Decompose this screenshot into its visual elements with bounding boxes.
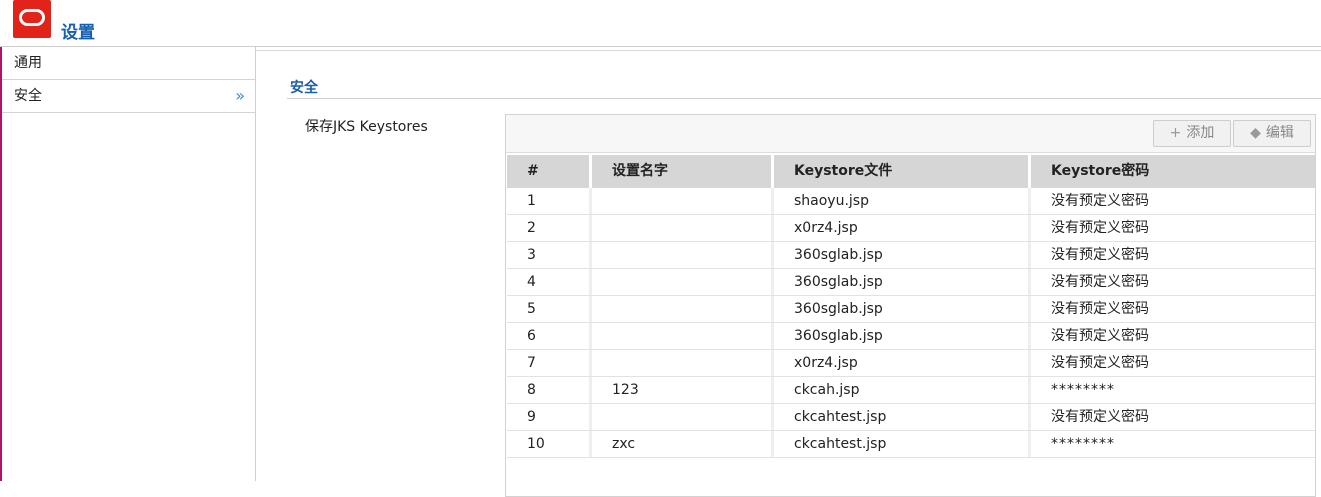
sidebar-item-label: 安全 (14, 88, 42, 104)
cell-keystore-file: 360sglab.jsp (774, 323, 1031, 349)
cell-setting-name (592, 215, 774, 241)
add-button[interactable]: + 添加 (1153, 120, 1231, 147)
cell-keystore-file: x0rz4.jsp (774, 350, 1031, 376)
cell-keystore-password: 没有预定义密码 (1051, 409, 1149, 425)
cell-index: 4 (507, 269, 592, 295)
cell-keystore-password: 没有预定义密码 (1051, 355, 1149, 371)
edit-button-label: 编辑 (1265, 125, 1294, 141)
cell-setting-name: 123 (592, 377, 774, 403)
cell-keystore-password: 没有预定义密码 (1051, 274, 1149, 290)
table-row[interactable]: 6 360sglab.jsp 没有预定义密码 (507, 323, 1315, 350)
add-button-label: 添加 (1186, 125, 1215, 141)
cell-keystore-password: ******** (1051, 436, 1115, 452)
cell-keystore-file: shaoyu.jsp (774, 188, 1031, 214)
cell-keystore-file: 360sglab.jsp (774, 269, 1031, 295)
cell-keystore-password: 没有预定义密码 (1051, 301, 1149, 317)
cell-keystore-file: ckcahtest.jsp (774, 404, 1031, 430)
column-header-index[interactable]: # (507, 155, 592, 188)
cell-keystore-password: 没有预定义密码 (1051, 247, 1149, 263)
column-header-setting-name[interactable]: 设置名字 (592, 155, 774, 188)
cell-index: 9 (507, 404, 592, 430)
cell-setting-name: zxc (592, 431, 774, 457)
table-row[interactable]: 5 360sglab.jsp 没有预定义密码 (507, 296, 1315, 323)
plus-icon: + (1169, 125, 1182, 141)
cell-setting-name (592, 323, 774, 349)
cell-keystore-file: ckcah.jsp (774, 377, 1031, 403)
table-row[interactable]: 3 360sglab.jsp 没有预定义密码 (507, 242, 1315, 269)
table-header-row: # 设置名字 Keystore文件 Keystore密码 (507, 155, 1315, 188)
section-title: 安全 (290, 80, 318, 96)
cell-index: 5 (507, 296, 592, 322)
cell-keystore-file: x0rz4.jsp (774, 215, 1031, 241)
cell-setting-name (592, 188, 774, 214)
table-row[interactable]: 4 360sglab.jsp 没有预定义密码 (507, 269, 1315, 296)
table-row[interactable]: 10 zxc ckcahtest.jsp ******** (507, 431, 1315, 458)
cell-keystore-password: 没有预定义密码 (1051, 328, 1149, 344)
table-row[interactable]: 9 ckcahtest.jsp 没有预定义密码 (507, 404, 1315, 431)
cell-keystore-file: ckcahtest.jsp (774, 431, 1031, 457)
sidebar-item-security[interactable]: 安全 » (2, 80, 255, 113)
cell-setting-name (592, 350, 774, 376)
edit-button[interactable]: ◆ 编辑 (1233, 120, 1311, 147)
cell-index: 1 (507, 188, 592, 214)
cell-index: 6 (507, 323, 592, 349)
cell-setting-name (592, 242, 774, 268)
double-chevron-right-icon: » (235, 86, 245, 105)
cell-index: 8 (507, 377, 592, 403)
cell-index: 2 (507, 215, 592, 241)
keystores-panel: + 添加 ◆ 编辑 # 设置名字 Keystore文件 Keystore密码 1 s… (505, 114, 1316, 497)
cell-keystore-file: 360sglab.jsp (774, 242, 1031, 268)
cell-keystore-file: 360sglab.jsp (774, 296, 1031, 322)
divider (256, 50, 1321, 51)
sidebar: 通用 安全 » (2, 47, 256, 481)
sidebar-item-general[interactable]: 通用 (2, 47, 255, 80)
cell-setting-name (592, 269, 774, 295)
app-header: 设置 (0, 0, 1321, 47)
keystores-label: 保存JKS Keystores (305, 119, 428, 135)
oracle-logo-icon (13, 0, 51, 38)
cell-index: 3 (507, 242, 592, 268)
cell-keystore-password: ******** (1051, 382, 1115, 398)
table-row[interactable]: 7 x0rz4.jsp 没有预定义密码 (507, 350, 1315, 377)
table-row[interactable]: 2 x0rz4.jsp 没有预定义密码 (507, 215, 1315, 242)
keystores-table: # 设置名字 Keystore文件 Keystore密码 1 shaoyu.js… (507, 155, 1315, 458)
sidebar-item-label: 通用 (14, 55, 42, 71)
table-toolbar: + 添加 ◆ 编辑 (506, 115, 1315, 153)
tag-icon: ◆ (1250, 125, 1261, 141)
column-header-keystore-file[interactable]: Keystore文件 (774, 155, 1031, 188)
table-row[interactable]: 1 shaoyu.jsp 没有预定义密码 (507, 188, 1315, 215)
cell-keystore-password: 没有预定义密码 (1051, 220, 1149, 236)
cell-index: 7 (507, 350, 592, 376)
table-row[interactable]: 8 123 ckcah.jsp ******** (507, 377, 1315, 404)
cell-index: 10 (507, 431, 592, 457)
page-title: 设置 (61, 23, 95, 43)
main-content: 安全 保存JKS Keystores + 添加 ◆ 编辑 # 设置名字 Keysto… (256, 47, 1321, 497)
cell-setting-name (592, 296, 774, 322)
divider (287, 98, 1321, 99)
cell-setting-name (592, 404, 774, 430)
cell-keystore-password: 没有预定义密码 (1051, 193, 1149, 209)
column-header-keystore-password[interactable]: Keystore密码 (1031, 155, 1313, 188)
